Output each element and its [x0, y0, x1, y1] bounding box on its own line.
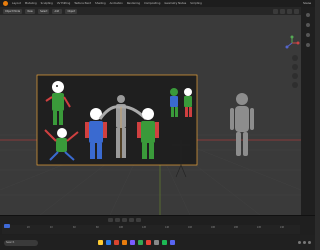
jump-end-icon[interactable] [136, 218, 141, 222]
app-icon[interactable] [130, 240, 135, 245]
grey-mannequin[interactable] [230, 93, 254, 156]
menu-item-sculpting[interactable]: Sculpting [41, 2, 53, 5]
top-menu-bar: Layout Modeling Sculpting UV Editing Tex… [0, 0, 315, 7]
taskbar-apps [98, 240, 175, 245]
menu-item-scripting[interactable]: Scripting [190, 2, 202, 5]
network-icon[interactable] [298, 241, 301, 244]
modifier-properties-icon[interactable] [306, 33, 310, 37]
viewport-scene [0, 74, 301, 215]
app-icon[interactable] [114, 240, 119, 245]
material-shading-icon[interactable] [294, 8, 299, 14]
menu-item-uv-editing[interactable]: UV Editing [57, 2, 71, 5]
menu-item-geometry-nodes[interactable]: Geometry Nodes [164, 2, 186, 5]
app-icon[interactable] [154, 240, 159, 245]
frame-tick: 200 [234, 226, 238, 229]
app-icon[interactable] [162, 240, 167, 245]
object-properties-icon[interactable] [306, 23, 310, 27]
xray-toggle-icon[interactable] [280, 8, 285, 14]
object-menu[interactable]: Object [65, 8, 78, 14]
solid-shading-icon[interactable] [287, 8, 292, 14]
menu-item-rendering[interactable]: Rendering [127, 2, 140, 5]
frame-tick: 80 [96, 226, 99, 229]
timeline-playhead[interactable] [4, 224, 10, 228]
overlay-toggle-icon[interactable] [273, 8, 278, 14]
material-properties-icon[interactable] [306, 43, 310, 47]
play-icon[interactable] [122, 218, 127, 222]
pan-hand-icon[interactable] [292, 64, 298, 70]
app-icon[interactable] [138, 240, 143, 245]
frame-tick: 20 [27, 226, 30, 229]
battery-icon[interactable] [308, 241, 311, 244]
select-menu[interactable]: Select [38, 8, 50, 14]
os-taskbar: Search [0, 235, 315, 250]
add-menu[interactable]: Add [52, 8, 63, 14]
browser-icon[interactable] [106, 240, 111, 245]
menu-item-texture-paint[interactable]: Texture Paint [74, 2, 91, 5]
frame-tick: 60 [73, 226, 76, 229]
viewport-shading-tools [273, 8, 301, 14]
frame-tick: 140 [165, 226, 169, 229]
frame-tick: 120 [142, 226, 146, 229]
playback-controls [108, 218, 141, 222]
frame-tick: 180 [211, 226, 215, 229]
step-forward-icon[interactable] [129, 218, 134, 222]
camera-view-icon[interactable] [292, 73, 298, 79]
volume-icon[interactable] [303, 241, 306, 244]
search-placeholder: Search [6, 241, 15, 244]
frame-tick: 100 [119, 226, 123, 229]
step-back-icon[interactable] [115, 218, 120, 222]
grid-toggle-icon[interactable] [292, 82, 298, 88]
app-icon[interactable] [170, 240, 175, 245]
taskbar-search[interactable]: Search [4, 239, 38, 246]
blender-icon[interactable] [122, 240, 127, 245]
app-icon[interactable] [146, 240, 151, 245]
menu-item-animation[interactable]: Animation [110, 2, 123, 5]
frame-tick: 40 [50, 226, 53, 229]
mode-dropdown[interactable]: Object Mode [3, 8, 23, 14]
view-menu[interactable]: View [25, 8, 36, 14]
timeline-panel: 0 20 40 60 80 100 120 140 160 180 200 22… [0, 215, 315, 235]
system-tray [298, 241, 311, 244]
menu-item-layout[interactable]: Layout [12, 2, 21, 5]
jump-start-icon[interactable] [108, 218, 113, 222]
menu-item-compositing[interactable]: Compositing [144, 2, 160, 5]
zoom-icon[interactable] [292, 55, 298, 61]
scene-selector[interactable]: Scene [303, 2, 311, 5]
viewport-header: Object Mode View Select Add Object [0, 7, 301, 15]
navigation-gizmo-icon[interactable] [284, 35, 300, 51]
frame-ruler[interactable]: 0 20 40 60 80 100 120 140 160 180 200 22… [2, 225, 300, 234]
frame-tick: 160 [188, 226, 192, 229]
tool-settings-icon[interactable] [306, 13, 310, 17]
menu-item-modeling[interactable]: Modeling [25, 2, 37, 5]
viewport-side-tools [292, 55, 298, 88]
app-logo-icon[interactable] [3, 1, 8, 6]
3d-viewport[interactable] [0, 15, 301, 215]
menu-item-shading[interactable]: Shading [95, 2, 106, 5]
frame-tick: 220 [257, 226, 261, 229]
properties-collapsed-strip [301, 7, 315, 215]
frame-tick: 240 [280, 226, 284, 229]
file-explorer-icon[interactable] [98, 240, 103, 245]
